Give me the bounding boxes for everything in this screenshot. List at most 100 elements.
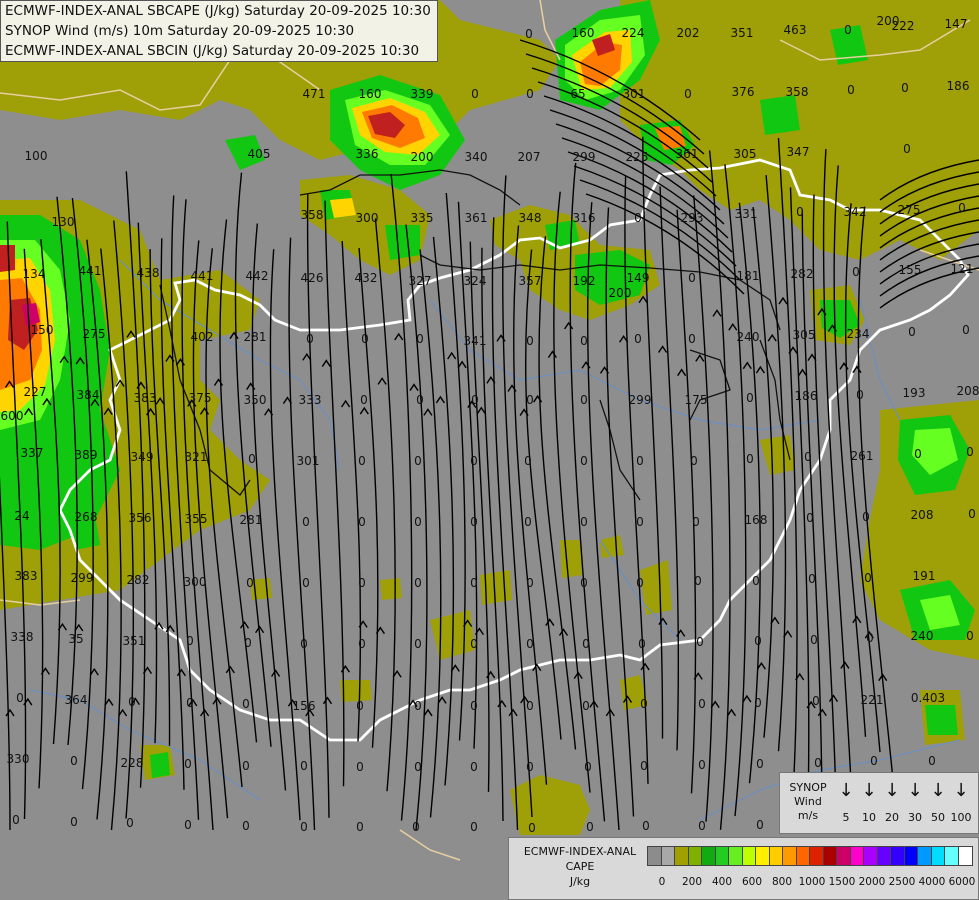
map-value-label: 0	[302, 515, 310, 529]
map-value-label: 175	[685, 393, 708, 407]
map-value-label: 0	[844, 23, 852, 37]
map-value-label: 35	[68, 632, 83, 646]
map-value-label: 0	[414, 515, 422, 529]
map-value-label: 0	[928, 754, 936, 768]
map-value-label: 0	[356, 699, 364, 713]
map-value-label: 160	[572, 26, 595, 40]
map-value-label: 0	[526, 760, 534, 774]
map-value-label: 191	[913, 569, 936, 583]
map-value-label: 0	[688, 271, 696, 285]
map-value-label: 0	[186, 696, 194, 710]
map-value-label: 100	[25, 149, 48, 163]
map-value-label: 0	[640, 697, 648, 711]
header-line-sbcin: ECMWF-INDEX-ANAL SBCIN (J/kg) Saturday 2…	[5, 43, 420, 59]
map-value-label: 0	[358, 576, 366, 590]
map-value-label: 0	[360, 393, 368, 407]
cape-tick-label: 4000	[918, 876, 946, 888]
cape-tick-label: 200	[681, 876, 703, 888]
wind-speed-label: 20	[885, 811, 899, 824]
map-value-label: 0	[870, 754, 878, 768]
map-value-label: 471	[303, 87, 326, 101]
wind-speed-label: 100	[950, 811, 972, 824]
map-value-label: 405	[248, 147, 271, 161]
wind-arrow-icon: ↓	[930, 780, 946, 801]
map-value-label: 200	[411, 150, 434, 164]
map-value-label: 383	[134, 391, 157, 405]
map-value-label: 0	[358, 637, 366, 651]
map-value-label: 234	[847, 327, 870, 341]
cape-tick-label: 600	[741, 876, 763, 888]
map-value-label: 0	[526, 576, 534, 590]
map-value-label: 0	[242, 819, 250, 833]
map-value-label: 301	[623, 87, 646, 101]
map-value-label: 24	[14, 509, 29, 523]
map-value-label: 0	[184, 818, 192, 832]
map-value-label: 402	[191, 330, 214, 344]
map-value-label: 0	[242, 697, 250, 711]
map-value-label: 324	[464, 274, 487, 288]
map-value-label: 0	[412, 820, 420, 834]
map-value-label: 0	[470, 820, 478, 834]
map-value-label: 240	[737, 330, 760, 344]
map-value-label: 0	[300, 759, 308, 773]
map-value-label: 336	[356, 147, 379, 161]
header-line-sbcape: ECMWF-INDEX-ANAL SBCAPE (J/kg) Saturday …	[5, 3, 431, 19]
map-value-label: 426	[301, 271, 324, 285]
map-value-label: 0	[582, 637, 590, 651]
map-value-label: 0	[526, 699, 534, 713]
map-value-label: 0	[684, 87, 692, 101]
map-value-label: 0	[470, 454, 478, 468]
wind-speed-label: 50	[931, 811, 945, 824]
cape-tick-label: 800	[771, 876, 793, 888]
map-value-label: 0	[638, 637, 646, 651]
map-value-label: 0	[580, 393, 588, 407]
map-value-label: 0	[414, 760, 422, 774]
map-value-label: 275	[83, 327, 106, 341]
map-value-label: 0	[698, 819, 706, 833]
map-value-label: 225	[626, 150, 649, 164]
map-value-label: 0	[300, 820, 308, 834]
map-value-label: 0	[636, 515, 644, 529]
map-value-label: 349	[131, 450, 154, 464]
map-value-label: 168	[745, 513, 768, 527]
map-value-label: 0	[526, 334, 534, 348]
map-value-label: 0	[690, 454, 698, 468]
map-value-label: 364	[65, 693, 88, 707]
map-value-label: 0	[692, 515, 700, 529]
map-value-label: 0	[847, 83, 855, 97]
map-value-label: 600	[1, 409, 24, 423]
map-value-label: 356	[129, 511, 152, 525]
map-value-label: 0	[756, 818, 764, 832]
map-value-label: 305	[793, 328, 816, 342]
map-value-label: 384	[77, 388, 100, 402]
map-value-label: 0	[636, 454, 644, 468]
map-value-label: 0	[471, 87, 479, 101]
map-value-label: 0	[746, 391, 754, 405]
map-value-label: 442	[246, 269, 269, 283]
cape-legend-title: ECMWF-INDEX-ANAL CAPE J/kg	[523, 845, 637, 888]
map-value-label: 0	[470, 637, 478, 651]
map-value-label: 441	[191, 269, 214, 283]
map-value-label: 0	[808, 572, 816, 586]
map-value-label: 299	[71, 571, 94, 585]
wind-arrow-icon: ↓	[884, 780, 900, 801]
map-value-label: 0	[696, 635, 704, 649]
map-value-label: 0	[184, 757, 192, 771]
map-value-label: 200	[877, 14, 900, 28]
wind-arrow-icon: ↓	[861, 780, 877, 801]
cape-tick-label: 1000	[798, 876, 826, 888]
map-value-label: 361	[465, 211, 488, 225]
cape-color-legend: ECMWF-INDEX-ANAL CAPE J/kg 0 200 400 600 800…	[508, 837, 979, 900]
map-value-label: 0	[470, 576, 478, 590]
map-value-label: 438	[137, 266, 160, 280]
map-value-label: 0	[306, 332, 314, 346]
map-value-label: 0	[814, 756, 822, 770]
map-value-label: 0	[471, 393, 479, 407]
map-header: ECMWF-INDEX-ANAL SBCAPE (J/kg) Saturday …	[0, 0, 438, 62]
map-value-label: 0	[634, 332, 642, 346]
map-value-label: 357	[519, 274, 542, 288]
map-value-label: 342	[844, 205, 867, 219]
map-value-label: 0	[796, 205, 804, 219]
map-value-label: 0	[862, 510, 870, 524]
map-value-label: 348	[519, 211, 542, 225]
